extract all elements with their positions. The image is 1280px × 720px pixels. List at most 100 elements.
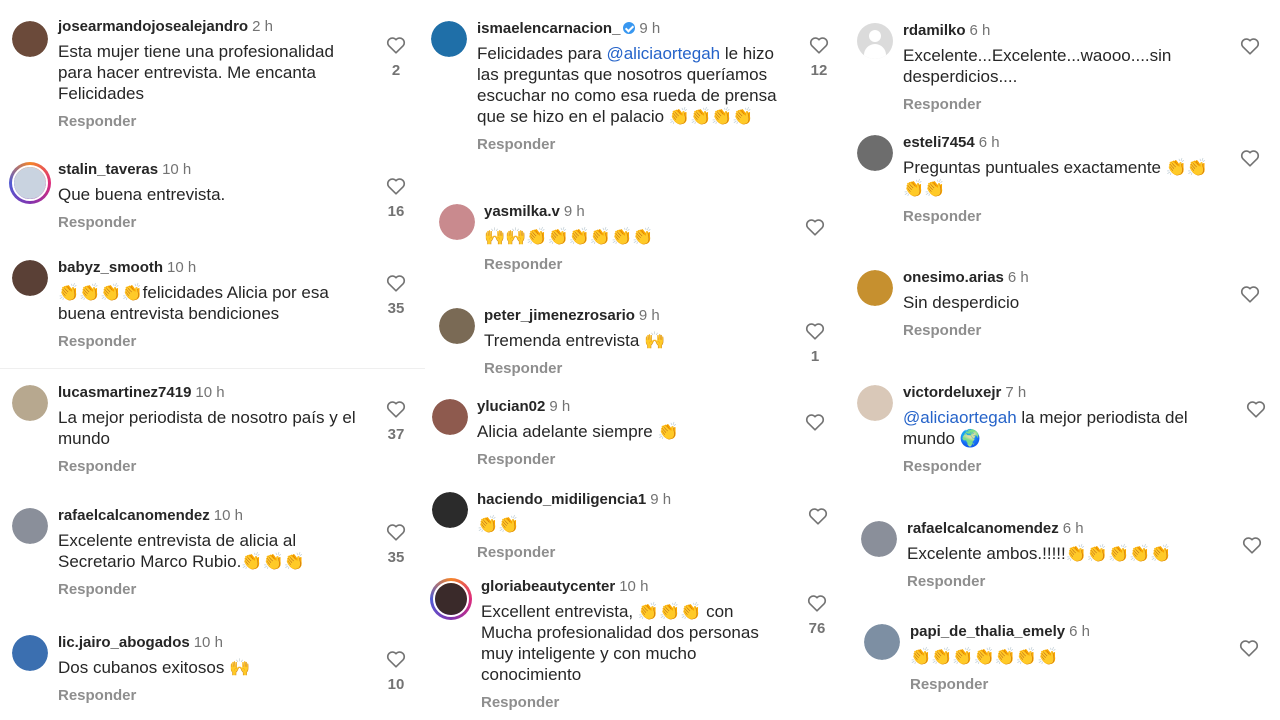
comment-text: Tremenda entrevista 🙌 [484,331,666,350]
heart-icon[interactable] [1240,37,1260,55]
username[interactable]: onesimo.arias [903,269,1004,286]
comment-text: Felicidades para @aliciaortegah le hizo … [477,43,789,127]
username[interactable]: stalin_taveras [58,161,158,178]
like-area [1238,149,1262,167]
avatar[interactable] [12,260,48,296]
like-count: 35 [387,549,405,566]
reply-button[interactable]: Responder [58,581,348,598]
heart-icon[interactable] [805,322,825,340]
username[interactable]: peter_jimenezrosario [484,307,635,324]
reply-button[interactable]: Responder [477,136,789,153]
comment: rdamilko 6 h Excelente...Excelente...waoo… [857,22,1272,113]
avatar[interactable] [857,23,893,59]
comment-text: Preguntas puntuales exactamente 👏👏👏👏 [903,158,1209,198]
avatar[interactable] [857,385,893,421]
reply-button[interactable]: Responder [58,214,358,231]
reply-button[interactable]: Responder [58,687,358,704]
heart-icon[interactable] [809,36,829,54]
like-count: 1 [810,348,820,365]
heart-icon[interactable] [386,36,406,54]
heart-icon[interactable] [386,523,406,541]
heart-icon[interactable] [805,413,825,431]
like-area [806,507,830,525]
avatar[interactable] [12,385,48,421]
avatar[interactable] [439,204,475,240]
username[interactable]: rdamilko [903,22,966,39]
mention-link[interactable]: @aliciaortegah [606,44,720,63]
reply-button[interactable]: Responder [481,694,781,711]
username[interactable]: ylucian02 [477,398,545,415]
like-count: 10 [387,676,405,693]
comments-column-2: ismaelencarnacion_ 9 h Felicidades para @… [425,0,845,720]
comment-text: 👏👏 [477,515,520,534]
like-area: 2 [384,36,408,79]
username[interactable]: yasmilka.v [484,203,560,220]
timestamp: 10 h [162,161,192,178]
avatar[interactable] [431,21,467,57]
username[interactable]: lic.jairo_abogados [58,634,190,651]
avatar[interactable] [432,399,468,435]
timestamp: 7 h [1005,384,1027,401]
username[interactable]: esteli7454 [903,134,975,151]
like-count: 37 [387,426,405,443]
heart-icon[interactable] [386,400,406,418]
avatar[interactable] [439,308,475,344]
comment-text: Excelente...Excelente...waooo....sin des… [903,46,1172,86]
timestamp: 6 h [969,22,991,39]
username[interactable]: gloriabeautycenter [481,578,615,595]
heart-icon[interactable] [386,177,406,195]
avatar[interactable] [861,521,897,557]
avatar[interactable] [857,135,893,171]
reply-button[interactable]: Responder [907,573,1227,590]
comment-text: 👏👏👏👏felicidades Alicia por esa buena ent… [58,283,329,323]
reply-button[interactable]: Responder [477,544,777,561]
comment-text-start: Felicidades para [477,44,607,63]
username[interactable]: ismaelencarnacion_ [477,20,620,37]
like-area: 16 [384,177,408,220]
reply-button[interactable]: Responder [903,322,1213,339]
username[interactable]: josearmandojosealejandro [58,18,248,35]
avatar[interactable] [430,578,472,620]
reply-button[interactable]: Responder [484,256,784,273]
heart-icon[interactable] [808,507,828,525]
avatar[interactable] [12,635,48,671]
heart-icon[interactable] [1240,285,1260,303]
timestamp: 9 h [650,491,672,508]
reply-button[interactable]: Responder [903,96,1213,113]
heart-icon[interactable] [1240,149,1260,167]
heart-icon[interactable] [1239,639,1259,657]
username[interactable]: rafaelcalcanomendez [907,520,1059,537]
mention-link[interactable]: @aliciaortegah [903,408,1017,427]
like-count: 2 [391,62,401,79]
heart-icon[interactable] [1242,536,1262,554]
avatar[interactable] [9,162,51,204]
avatar[interactable] [12,508,48,544]
heart-icon[interactable] [805,218,825,236]
reply-button[interactable]: Responder [58,458,363,475]
heart-icon[interactable] [1246,400,1266,418]
comment-text: Esta mujer tiene una profesionalidad par… [58,42,334,103]
comment-text: Que buena entrevista. [58,185,226,204]
avatar[interactable] [432,492,468,528]
username[interactable]: babyz_smooth [58,259,163,276]
timestamp: 9 h [549,398,571,415]
username[interactable]: papi_de_thalia_emely [910,623,1065,640]
avatar[interactable] [12,21,48,57]
reply-button[interactable]: Responder [484,360,784,377]
reply-button[interactable]: Responder [58,333,363,350]
reply-button[interactable]: Responder [58,113,358,130]
reply-button[interactable]: Responder [903,458,1218,475]
reply-button[interactable]: Responder [910,676,1210,693]
heart-icon[interactable] [386,274,406,292]
username[interactable]: victordeluxejr [903,384,1001,401]
avatar[interactable] [857,270,893,306]
username[interactable]: haciendo_midiligencia1 [477,491,646,508]
heart-icon[interactable] [807,594,827,612]
username[interactable]: rafaelcalcanomendez [58,507,210,524]
reply-button[interactable]: Responder [903,208,1218,225]
heart-icon[interactable] [386,650,406,668]
reply-button[interactable]: Responder [477,451,777,468]
comment-text: La mejor periodista de nosotro país y el… [58,408,356,448]
avatar[interactable] [864,624,900,660]
username[interactable]: lucasmartinez7419 [58,384,191,401]
